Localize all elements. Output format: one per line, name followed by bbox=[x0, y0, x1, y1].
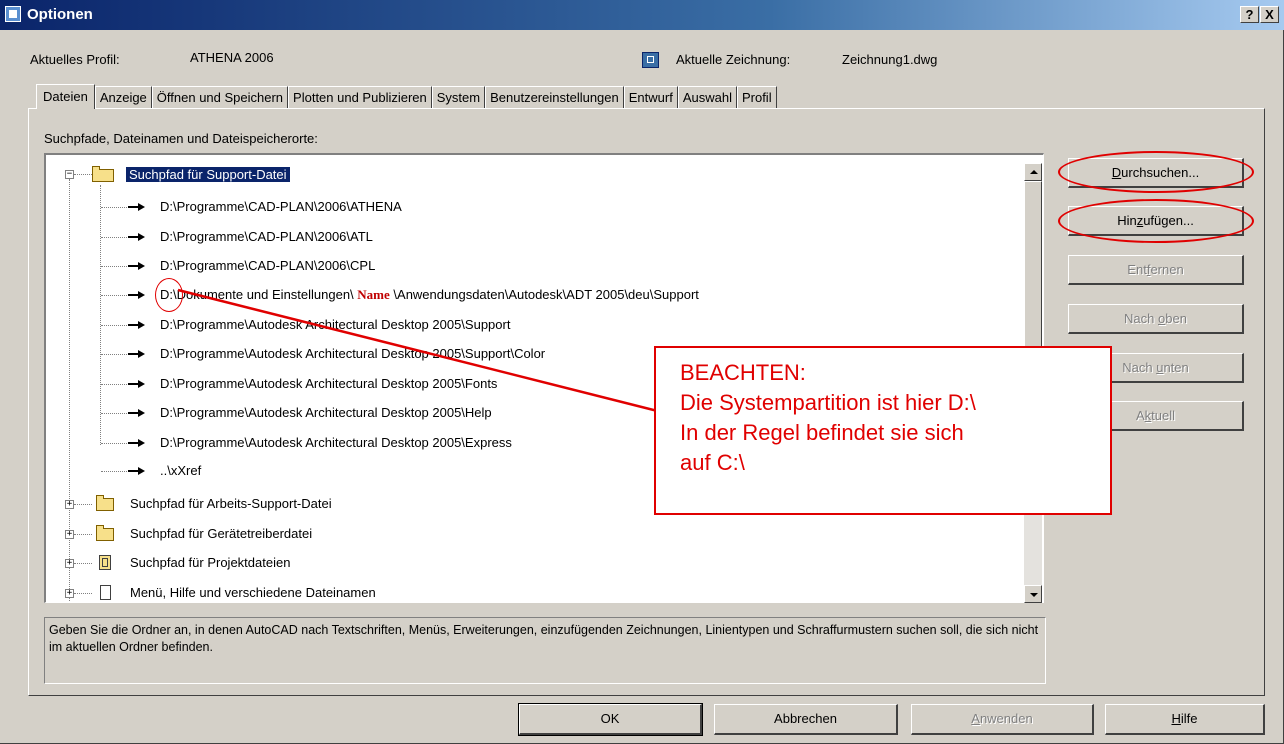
drawing-icon bbox=[642, 52, 659, 68]
ok-button[interactable]: OK bbox=[518, 703, 703, 736]
tree-node-support[interactable]: Suchpfad für Support-Datei bbox=[126, 163, 290, 187]
tree-path-item-user[interactable]: D:\Dokumente und Einstellungen\ Name \An… bbox=[160, 283, 699, 307]
tree-path-item[interactable]: D:\Programme\CAD-PLAN\2006\ATHENA bbox=[160, 195, 402, 219]
move-up-button[interactable]: Nach oben bbox=[1068, 304, 1244, 334]
tab-profil[interactable]: Profil bbox=[736, 86, 777, 108]
annotation-oval-add bbox=[1058, 199, 1254, 243]
annotation-line: BEACHTEN: bbox=[680, 360, 806, 385]
tree-path-item[interactable]: D:\Programme\CAD-PLAN\2006\ATL bbox=[160, 225, 373, 249]
tree-path-item[interactable]: D:\Programme\Autodesk Architectural Desk… bbox=[160, 313, 510, 337]
tab-auswahl[interactable]: Auswahl bbox=[677, 86, 737, 108]
tree-node-work-support[interactable]: Suchpfad für Arbeits-Support-Datei bbox=[130, 492, 332, 516]
tree-path-item[interactable]: D:\Programme\Autodesk Architectural Desk… bbox=[160, 342, 545, 366]
user-path-suffix: \Anwendungsdaten\Autodesk\ADT 2005\deu\S… bbox=[389, 287, 699, 302]
folder-icon bbox=[96, 495, 114, 511]
tree-node-label: Suchpfad für Support-Datei bbox=[126, 167, 290, 182]
user-name-placeholder: Name bbox=[357, 287, 390, 302]
remove-button[interactable]: Entfernen bbox=[1068, 255, 1244, 285]
arrow-icon bbox=[128, 203, 146, 211]
options-dialog: Optionen ? X Aktuelles Profil: ATHENA 20… bbox=[0, 0, 1284, 744]
tree-path-item[interactable]: D:\Programme\Autodesk Architectural Desk… bbox=[160, 431, 512, 455]
arrow-icon bbox=[128, 409, 146, 417]
arrow-icon bbox=[128, 291, 146, 299]
window-title: Optionen bbox=[27, 6, 93, 23]
user-path-prefix: D:\Dokumente und Einstellungen\ bbox=[160, 287, 358, 302]
section-label: Suchpfade, Dateinamen und Dateispeichero… bbox=[44, 131, 318, 146]
help-footer-button[interactable]: Hilfe bbox=[1105, 704, 1265, 735]
tab-strip: Dateien Anzeige Öffnen und Speichern Plo… bbox=[36, 84, 777, 109]
app-icon bbox=[5, 6, 21, 22]
help-button[interactable]: ? bbox=[1240, 6, 1259, 23]
drawing-label: Aktuelle Zeichnung: bbox=[676, 52, 791, 67]
scroll-thumb[interactable] bbox=[1024, 181, 1042, 371]
expand-icon[interactable]: + bbox=[65, 530, 74, 539]
description-box: Geben Sie die Ordner an, in denen AutoCA… bbox=[44, 617, 1046, 684]
document-icon bbox=[100, 585, 111, 600]
expand-icon[interactable]: + bbox=[65, 500, 74, 509]
tree-node-driver[interactable]: Suchpfad für Gerätetreiberdatei bbox=[130, 522, 312, 546]
tree-path-item[interactable]: ..\xXref bbox=[160, 459, 201, 483]
project-files-icon bbox=[99, 555, 111, 570]
annotation-circle-drive bbox=[155, 278, 183, 312]
arrow-icon bbox=[128, 262, 146, 270]
expand-icon[interactable]: + bbox=[65, 589, 74, 598]
close-button[interactable]: X bbox=[1260, 6, 1279, 23]
arrow-icon bbox=[128, 439, 146, 447]
title-bar[interactable]: Optionen ? X bbox=[0, 0, 1284, 30]
tab-dateien[interactable]: Dateien bbox=[36, 84, 95, 109]
folder-icon bbox=[96, 525, 114, 541]
profile-value: ATHENA 2006 bbox=[190, 50, 274, 65]
tree-node-menu-help[interactable]: Menü, Hilfe und verschiedene Dateinamen bbox=[130, 581, 376, 602]
tab-oeffnen-speichern[interactable]: Öffnen und Speichern bbox=[151, 86, 289, 108]
arrow-icon bbox=[128, 350, 146, 358]
tab-system[interactable]: System bbox=[431, 86, 486, 108]
tree-guide-root bbox=[69, 179, 70, 602]
arrow-icon bbox=[128, 321, 146, 329]
tab-benutzereinstellungen[interactable]: Benutzereinstellungen bbox=[485, 86, 624, 108]
profile-label: Aktuelles Profil: bbox=[30, 52, 120, 67]
drawing-value: Zeichnung1.dwg bbox=[842, 52, 938, 67]
tree-path-item[interactable]: D:\Programme\Autodesk Architectural Desk… bbox=[160, 401, 492, 425]
tab-anzeige[interactable]: Anzeige bbox=[94, 86, 152, 108]
annotation-note: BEACHTEN: Die Systempartition ist hier D… bbox=[654, 346, 1112, 515]
scroll-up-button[interactable] bbox=[1024, 163, 1042, 181]
scroll-down-button[interactable] bbox=[1024, 585, 1042, 603]
collapse-icon[interactable]: − bbox=[65, 170, 74, 179]
annotation-line: auf C:\ bbox=[680, 450, 745, 475]
annotation-line: In der Regel befindet sie sich bbox=[680, 420, 964, 445]
arrow-icon bbox=[128, 380, 146, 388]
tree-path-item[interactable]: D:\Programme\Autodesk Architectural Desk… bbox=[160, 372, 497, 396]
open-folder-icon bbox=[92, 166, 114, 182]
tab-plotten-publizieren[interactable]: Plotten und Publizieren bbox=[288, 86, 432, 108]
apply-button[interactable]: Anwenden bbox=[911, 704, 1094, 735]
expand-icon[interactable]: + bbox=[65, 559, 74, 568]
tab-entwurf[interactable]: Entwurf bbox=[623, 86, 678, 108]
tree-node-project[interactable]: Suchpfad für Projektdateien bbox=[130, 551, 290, 575]
cancel-button[interactable]: Abbrechen bbox=[714, 704, 898, 735]
annotation-line: Die Systempartition ist hier D:\ bbox=[680, 390, 976, 415]
tree-guide-child bbox=[100, 185, 101, 445]
annotation-oval-browse bbox=[1058, 151, 1254, 193]
arrow-icon bbox=[128, 467, 146, 475]
tree-path-item[interactable]: D:\Programme\CAD-PLAN\2006\CPL bbox=[160, 254, 375, 278]
arrow-icon bbox=[128, 233, 146, 241]
